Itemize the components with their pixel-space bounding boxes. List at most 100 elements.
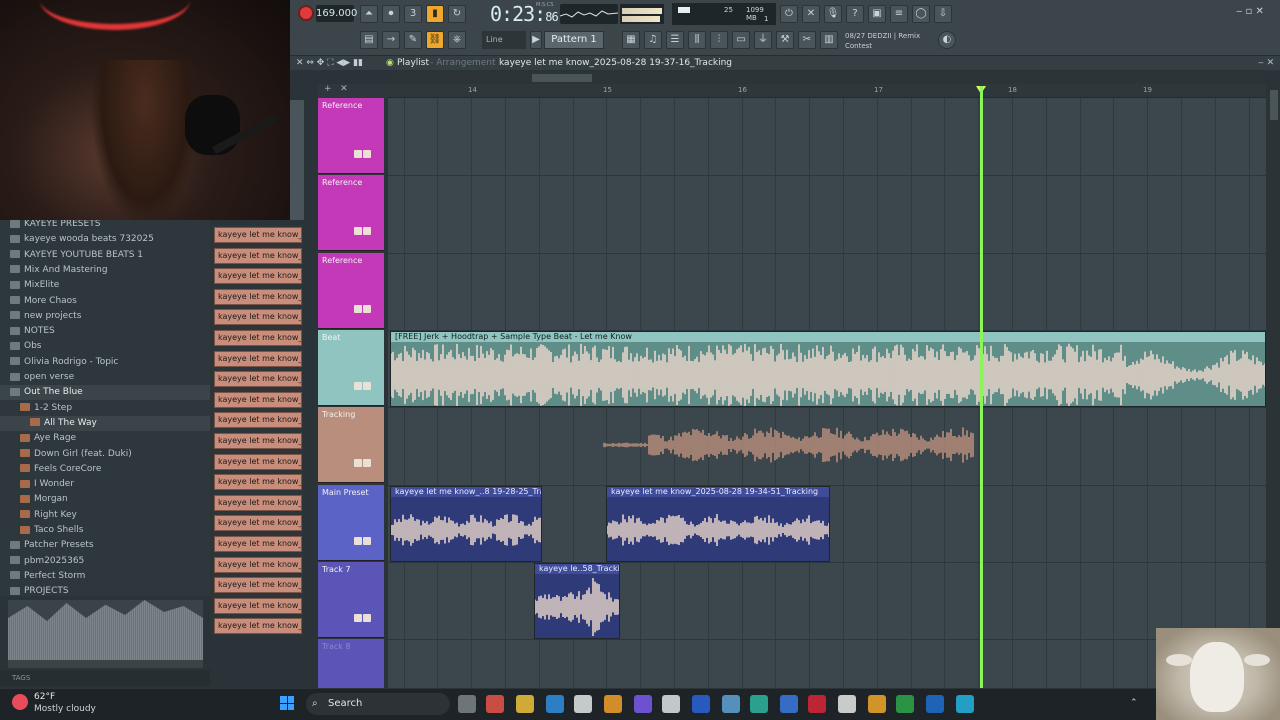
taskbar-app-icon[interactable] bbox=[722, 695, 740, 713]
track-header[interactable]: Reference bbox=[318, 98, 384, 174]
taskbar-app-icon[interactable] bbox=[516, 695, 534, 713]
browser-item[interactable]: pbm2025365 bbox=[0, 554, 210, 569]
clip-source-item[interactable]: kayeye let me know_202.. bbox=[214, 536, 302, 552]
track-name[interactable]: Track 8 bbox=[322, 642, 351, 651]
clip-source-item[interactable]: kayeye let me know_202.. bbox=[214, 227, 302, 243]
track-mute-solo-controls[interactable] bbox=[353, 381, 379, 390]
mute-icon[interactable] bbox=[354, 227, 362, 236]
playlist-clip[interactable]: kayeye let me know_..8 19-28-25_Tracking bbox=[390, 485, 542, 562]
track-header[interactable]: Track 7 bbox=[318, 561, 384, 638]
browser-tags[interactable]: TAGS bbox=[0, 670, 210, 686]
marker-icon[interactable]: ▥ bbox=[820, 31, 838, 49]
track-name[interactable]: Track 7 bbox=[322, 565, 351, 574]
taskbar-app-icon[interactable] bbox=[956, 695, 974, 713]
snap-select[interactable]: Line bbox=[482, 31, 526, 49]
pattern-selector[interactable]: Pattern 1 bbox=[544, 31, 604, 49]
clip-source-item[interactable]: kayeye let me know_202.. bbox=[214, 577, 302, 594]
tray-chevron-icon[interactable]: ⌃ bbox=[1130, 698, 1138, 708]
taskbar-app-icon[interactable] bbox=[574, 695, 592, 713]
track-name[interactable]: Tracking bbox=[322, 410, 355, 419]
taskbar-app-icon[interactable] bbox=[838, 695, 856, 713]
playlist-window-controls[interactable]: ‒ ✕ bbox=[1258, 56, 1274, 70]
taskbar-app-icon[interactable] bbox=[750, 695, 768, 713]
track-mute-solo-controls[interactable] bbox=[353, 459, 379, 468]
clip-source-item[interactable]: kayeye let me know_202.. bbox=[214, 597, 302, 614]
mixer-icon[interactable]: ≡ bbox=[890, 5, 908, 23]
mixer2-icon[interactable]: ⫶ bbox=[710, 31, 728, 49]
weather-icon[interactable] bbox=[12, 694, 28, 710]
browser-item[interactable]: I Wonder bbox=[0, 477, 210, 492]
taskbar-app-icon[interactable] bbox=[896, 695, 914, 713]
scrollbar-thumb[interactable] bbox=[532, 74, 592, 82]
mute-icon[interactable] bbox=[354, 381, 362, 390]
play-pattern-icon[interactable]: ▶ bbox=[530, 31, 542, 49]
solo-icon[interactable] bbox=[363, 227, 371, 236]
track-mute-solo-controls[interactable] bbox=[353, 304, 379, 313]
window-controls[interactable]: ‒ ▫ ✕ bbox=[1236, 6, 1264, 17]
clip-source-item[interactable]: kayeye let me know_202.. bbox=[214, 371, 302, 388]
help-icon[interactable]: ? bbox=[846, 5, 864, 23]
track-header-toolbar[interactable]: + ✕ bbox=[318, 84, 388, 98]
stamp-icon[interactable]: ⎈ bbox=[448, 31, 466, 49]
mute-icon[interactable] bbox=[354, 613, 362, 622]
browser-item[interactable]: More Chaos bbox=[0, 294, 210, 309]
timeline-ruler[interactable]: 14 15 16 17 18 19 bbox=[388, 84, 1266, 98]
track-name[interactable]: Reference bbox=[322, 256, 362, 265]
taskbar-app-icon[interactable] bbox=[604, 695, 622, 713]
clip-source-item[interactable]: kayeye let me know_202.. bbox=[214, 453, 302, 470]
wrench-icon[interactable]: ⚒ bbox=[776, 31, 794, 49]
browser-item[interactable]: Morgan bbox=[0, 492, 210, 507]
solo-icon[interactable] bbox=[363, 459, 371, 468]
browser-icon[interactable]: ▭ bbox=[732, 31, 750, 49]
chat-icon[interactable]: ◯ bbox=[912, 5, 930, 23]
clip-source-item[interactable]: kayeye let me know_202.. bbox=[214, 618, 302, 635]
solo-icon[interactable] bbox=[363, 304, 371, 313]
wait-record-icon[interactable]: ⏺ bbox=[382, 5, 400, 23]
browser-item[interactable]: open verse bbox=[0, 370, 210, 385]
taskbar-app-icon[interactable] bbox=[780, 695, 798, 713]
link-icon[interactable]: ⛓ bbox=[426, 31, 444, 49]
clip-source-item[interactable]: kayeye let me know_202.. bbox=[214, 556, 302, 573]
playlist-clip[interactable]: kayeye let me know_2025-08-28 19-34-51_T… bbox=[606, 485, 830, 562]
browser-item[interactable]: Feels CoreCore bbox=[0, 462, 210, 477]
clip-source-item[interactable]: kayeye let me know_202.. bbox=[214, 309, 302, 326]
clip-source-item[interactable]: kayeye let me know_202.. bbox=[214, 268, 302, 285]
taskbar-app-icon[interactable] bbox=[868, 695, 886, 713]
piano-roll-icon[interactable]: ♫ bbox=[644, 31, 662, 49]
browser-item[interactable]: Mix And Mastering bbox=[0, 263, 210, 278]
cut-icon[interactable]: ✂ bbox=[798, 31, 816, 49]
track-header[interactable]: Main Preset bbox=[318, 484, 384, 561]
browser-item[interactable]: KAYEYE PRESETS bbox=[0, 220, 210, 232]
taskbar-app-icon[interactable] bbox=[808, 695, 826, 713]
globe-icon[interactable]: ◐ bbox=[938, 31, 956, 49]
clip-source-item[interactable]: kayeye let me know_202.. bbox=[214, 474, 302, 491]
clip-source-item[interactable]: kayeye let me know_202.. bbox=[214, 288, 302, 305]
track-mute-solo-controls[interactable] bbox=[353, 150, 379, 158]
clip-source-item[interactable]: kayeye let me know_202.. bbox=[214, 247, 302, 264]
tools-icon[interactable]: ✕ bbox=[802, 5, 820, 23]
playlist-grid[interactable]: [FREE] Jerk + Hoodtrap + Sample Type Bea… bbox=[388, 98, 1266, 688]
metronome-icon[interactable]: ⏶ bbox=[360, 5, 378, 23]
mute-icon[interactable] bbox=[354, 304, 362, 313]
browser-item[interactable]: Taco Shells bbox=[0, 523, 210, 538]
download-icon[interactable]: ⇩ bbox=[934, 5, 952, 23]
track-mute-solo-controls[interactable] bbox=[353, 536, 379, 545]
cpu-reset-icon[interactable]: ⏻ bbox=[780, 5, 798, 23]
solo-icon[interactable] bbox=[363, 381, 371, 390]
tracking-recording-wave[interactable] bbox=[602, 415, 975, 478]
browser-item[interactable]: All The Way bbox=[0, 415, 210, 431]
browser-item[interactable]: Down Girl (feat. Duki) bbox=[0, 447, 210, 462]
solo-icon[interactable] bbox=[363, 150, 371, 158]
start-icon[interactable] bbox=[280, 696, 294, 710]
browser-item[interactable]: Aye Rage bbox=[0, 431, 210, 446]
taskbar-app-icon[interactable] bbox=[634, 695, 652, 713]
mic-icon[interactable]: 🎙 bbox=[824, 5, 842, 23]
track-name[interactable]: Beat bbox=[322, 333, 340, 342]
loop-record-icon[interactable]: ↻ bbox=[448, 5, 466, 23]
taskbar-app-icon[interactable] bbox=[662, 695, 680, 713]
weather-temperature[interactable]: 62°F bbox=[34, 692, 55, 702]
playlist-clip[interactable]: [FREE] Jerk + Hoodtrap + Sample Type Bea… bbox=[390, 330, 1266, 407]
track-mute-solo-controls[interactable] bbox=[353, 227, 379, 236]
track-header[interactable]: Beat bbox=[318, 329, 384, 406]
browser-item[interactable]: Perfect Storm bbox=[0, 569, 210, 584]
